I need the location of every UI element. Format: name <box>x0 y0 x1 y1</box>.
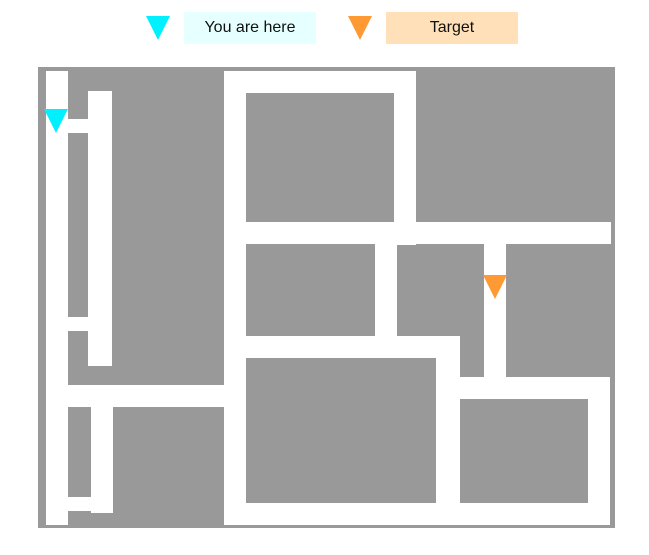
path-lower-right-horizontal <box>436 377 610 399</box>
target-map-marker-icon <box>483 275 507 299</box>
path-middle-vertical <box>224 71 246 525</box>
you-are-here-map-marker-icon <box>44 109 68 133</box>
path-bottom-left-connector <box>68 497 91 511</box>
path-left-horizontal <box>46 385 224 407</box>
target-marker-icon <box>348 16 372 40</box>
path-step-vertical <box>436 336 460 525</box>
path-middle-horizontal <box>224 336 460 358</box>
maze-map <box>38 67 615 528</box>
path-center-vertical <box>375 244 397 336</box>
path-left-inner-vertical <box>88 91 112 366</box>
target-label: Target <box>386 12 518 44</box>
path-main-horizontal <box>224 222 611 244</box>
path-left-connector-top <box>68 119 88 133</box>
path-bottom-left-vertical <box>91 407 113 513</box>
path-target-vertical <box>484 244 506 377</box>
you-are-here-marker-icon <box>146 16 170 40</box>
path-top-right-vertical <box>394 71 416 245</box>
path-left-vertical <box>46 71 68 525</box>
map-legend: You are here Target <box>0 12 649 44</box>
path-top-horizontal <box>224 71 416 93</box>
you-are-here-label: You are here <box>184 12 316 44</box>
path-left-connector-mid <box>68 317 88 331</box>
path-bottom-horizontal <box>224 503 610 525</box>
